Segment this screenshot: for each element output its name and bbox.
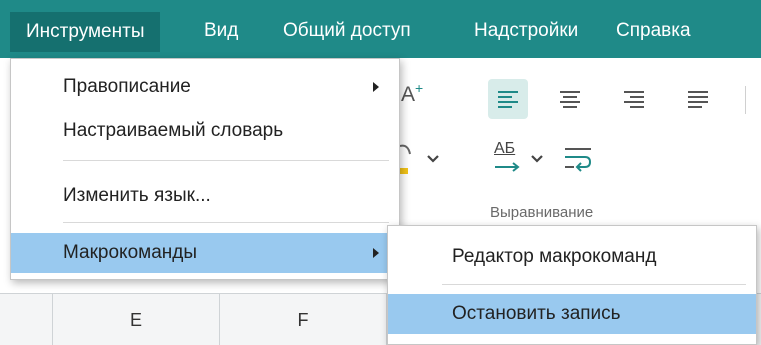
menu-item-label: Правописание: [63, 76, 191, 97]
menu-item-label: Остановить запись: [452, 303, 621, 324]
menu-tools[interactable]: Инструменты: [10, 12, 161, 52]
menu-sharing[interactable]: Общий доступ: [283, 14, 411, 48]
menu-item-stop-recording[interactable]: Остановить запись: [388, 294, 756, 334]
submenu-arrow-icon: [373, 248, 379, 258]
text-direction-button[interactable]: АБ: [490, 138, 543, 178]
align-left-icon: [498, 91, 518, 108]
menu-separator: [442, 284, 746, 285]
row-header-corner[interactable]: [0, 294, 53, 345]
increase-font-size-button[interactable]: A+: [401, 80, 423, 107]
font-grow-plus: +: [415, 80, 424, 96]
column-header-e[interactable]: E: [53, 294, 220, 345]
menu-item-custom-dictionary[interactable]: Настраиваемый словарь: [11, 111, 399, 151]
menu-separator: [63, 222, 389, 223]
align-justify-icon: [688, 91, 708, 108]
text-direction-label: АБ: [494, 140, 516, 157]
chevron-down-icon: [427, 155, 439, 163]
menu-item-label: Макрокоманды: [63, 242, 198, 263]
chevron-down-icon: [531, 155, 543, 163]
align-center-button[interactable]: [550, 79, 590, 119]
column-header-f[interactable]: F: [220, 294, 387, 345]
highlighter-icon: [398, 144, 411, 174]
menu-item-label: Настраиваемый словарь: [63, 120, 284, 141]
menu-bar: Инструменты Вид Общий доступ Надстройки …: [0, 0, 761, 58]
align-left-button[interactable]: [488, 79, 528, 119]
menu-item-change-language[interactable]: Изменить язык...: [11, 176, 399, 216]
align-right-button[interactable]: [614, 79, 654, 119]
align-center-icon: [560, 91, 580, 108]
menu-item-macros[interactable]: Макрокоманды: [11, 233, 399, 273]
menu-item-spelling[interactable]: Правописание: [11, 67, 399, 107]
highlight-color-button[interactable]: [398, 140, 444, 180]
app-window: Инструменты Вид Общий доступ Надстройки …: [0, 0, 761, 345]
align-right-icon: [624, 91, 644, 108]
wrap-text-icon: [565, 148, 592, 172]
ribbon-divider: [745, 86, 746, 114]
wrap-text-button[interactable]: [563, 146, 597, 176]
macros-submenu: Редактор макрокоманд Остановить запись: [387, 225, 757, 345]
menu-help[interactable]: Справка: [616, 14, 691, 48]
font-grow-glyph: A: [401, 83, 416, 106]
alignment-group-label: Выравнивание: [490, 204, 594, 221]
tools-menu: Правописание Настраиваемый словарь Измен…: [10, 58, 400, 280]
menu-item-label: Изменить язык...: [63, 185, 211, 206]
menu-view[interactable]: Вид: [204, 14, 238, 48]
align-justify-button[interactable]: [678, 79, 718, 119]
submenu-arrow-icon: [373, 82, 379, 92]
menu-item-label: Редактор макрокоманд: [452, 246, 657, 267]
menu-addons[interactable]: Надстройки: [474, 14, 578, 48]
arrow-right-icon: [495, 162, 520, 172]
menu-item-macro-editor[interactable]: Редактор макрокоманд: [388, 237, 756, 277]
menu-separator: [63, 160, 389, 161]
